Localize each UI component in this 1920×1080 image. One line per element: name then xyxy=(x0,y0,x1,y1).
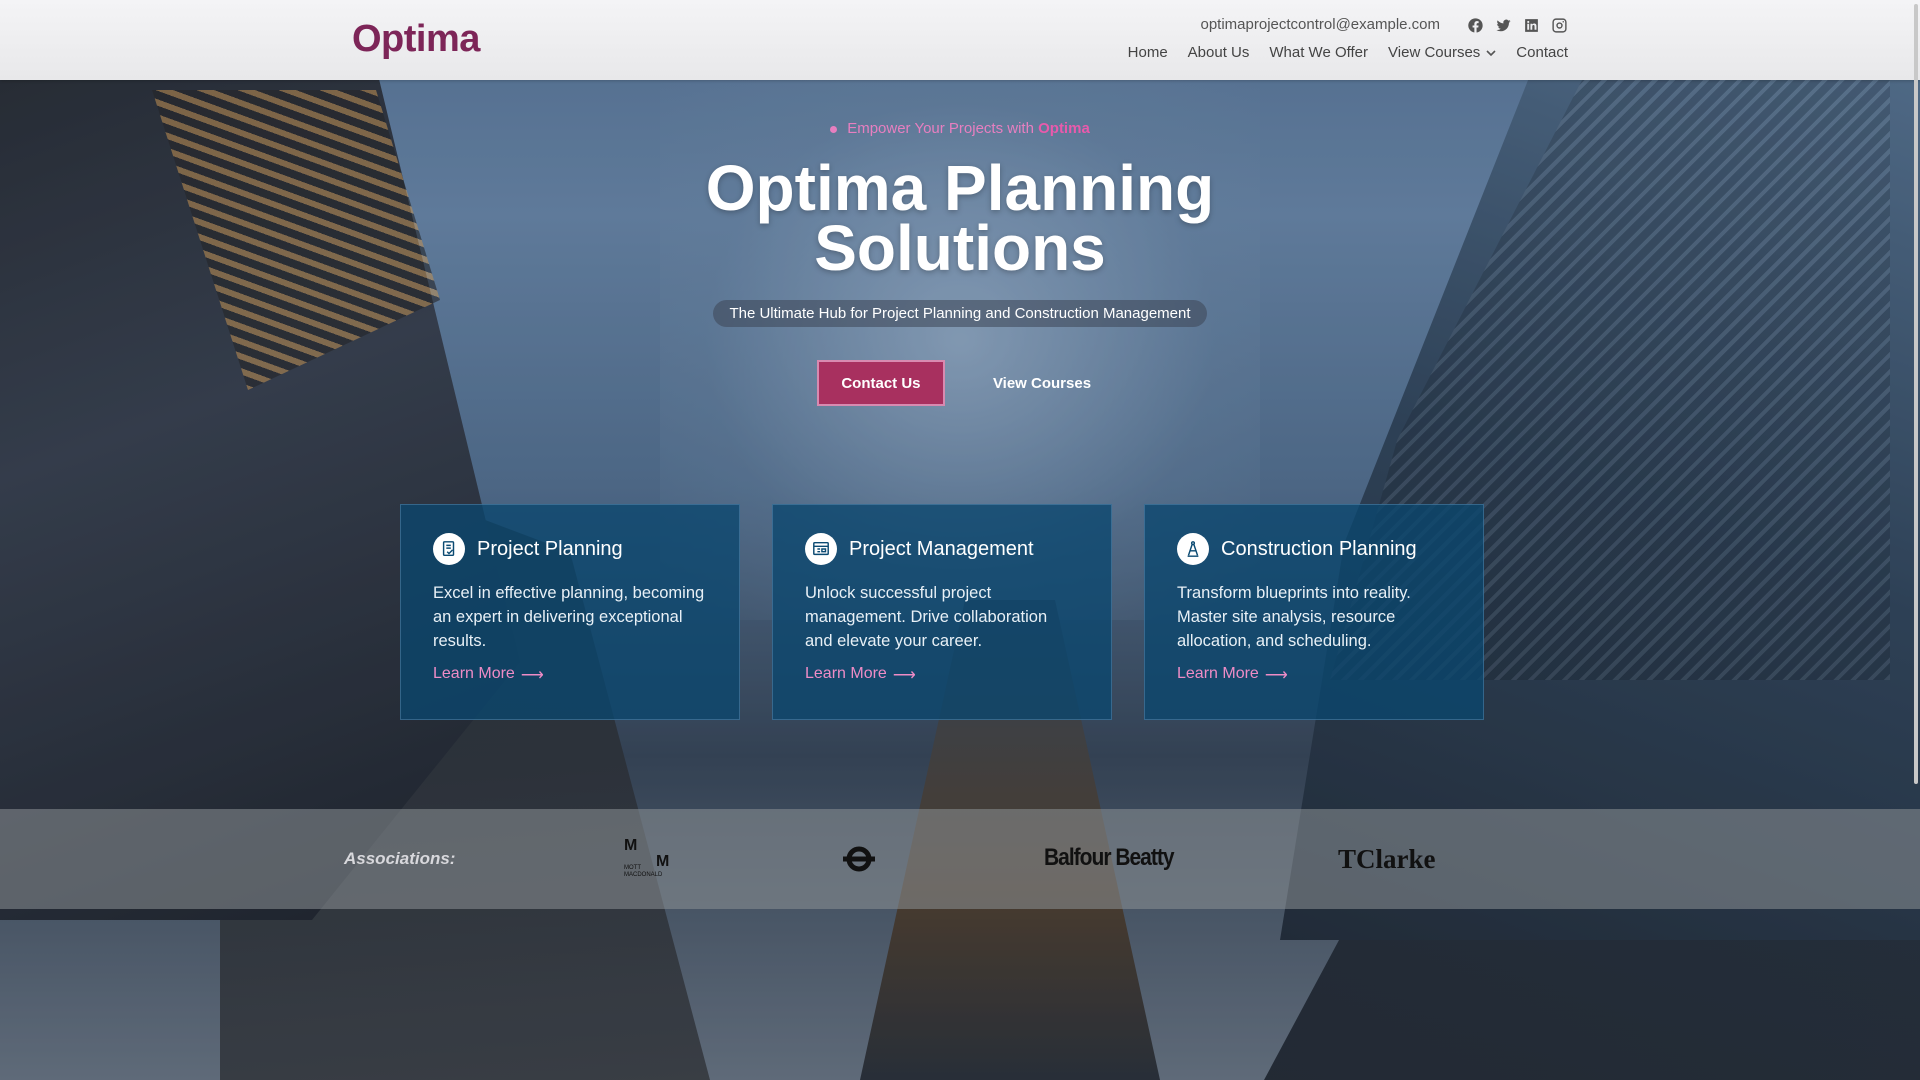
tfl-roundel-logo xyxy=(842,845,876,873)
tclarke-logo: TClarke xyxy=(1338,844,1436,874)
service-card-project-management: Project Management Unlock successful pro… xyxy=(772,504,1112,720)
hero-title-line-2: Solutions xyxy=(814,212,1106,284)
site-logo[interactable]: Optima xyxy=(352,18,480,61)
document-check-icon xyxy=(433,533,465,565)
arrow-right-icon: ⟶ xyxy=(520,667,544,684)
drafting-compass-icon xyxy=(1177,533,1209,565)
card-description: Unlock successful project management. Dr… xyxy=(805,584,1048,650)
hero-cta-row: Contact Us View Courses xyxy=(0,360,1920,406)
hero-title-line-1: Optima Planning xyxy=(705,152,1215,224)
social-links xyxy=(1466,16,1568,34)
learn-more-label: Learn More xyxy=(805,665,887,682)
card-description: Excel in effective planning, becoming an… xyxy=(433,584,705,650)
view-courses-button[interactable]: View Courses xyxy=(981,360,1103,406)
card-description: Transform blueprints into reality. Maste… xyxy=(1177,584,1411,650)
main-nav: Home About Us What We Offer View Courses… xyxy=(1128,44,1568,61)
contact-email-link[interactable]: optimaprojectcontrol@example.com xyxy=(1201,16,1441,33)
tagline-text: Empower Your Projects with xyxy=(847,120,1039,137)
card-title: Construction Planning xyxy=(1221,537,1417,560)
board-icon xyxy=(805,533,837,565)
learn-more-link[interactable]: Learn More ⟶ xyxy=(1177,665,1451,685)
twitter-icon[interactable] xyxy=(1494,16,1512,34)
nav-view-courses-label: View Courses xyxy=(1388,44,1481,61)
tagline-brand: Optima xyxy=(1038,120,1090,137)
arrow-right-icon: ⟶ xyxy=(892,667,916,684)
hero-title: Optima Planning Solutions xyxy=(0,152,1920,284)
facebook-icon[interactable] xyxy=(1466,16,1484,34)
site-header: Optima optimaprojectcontrol@example.com … xyxy=(0,0,1920,80)
hero-tagline: Empower Your Projects with Optima xyxy=(0,120,1920,137)
service-cards: Project Planning Excel in effective plan… xyxy=(400,504,1484,720)
nav-about-us[interactable]: About Us xyxy=(1188,44,1250,61)
learn-more-link[interactable]: Learn More ⟶ xyxy=(805,665,1079,685)
chevron-down-icon xyxy=(1486,49,1496,56)
linkedin-icon[interactable] xyxy=(1522,16,1540,34)
learn-more-label: Learn More xyxy=(1177,665,1259,682)
contact-us-button[interactable]: Contact Us xyxy=(816,360,945,406)
instagram-icon[interactable] xyxy=(1550,16,1568,34)
hero-subtitle: The Ultimate Hub for Project Planning an… xyxy=(713,300,1207,327)
learn-more-label: Learn More xyxy=(433,665,515,682)
associations-bar: Associations: M M MOTT MACDONALD Balfour… xyxy=(0,809,1920,909)
balfour-beatty-logo: Balfour Beatty xyxy=(1044,844,1175,871)
service-card-construction-planning: Construction Planning Transform blueprin… xyxy=(1144,504,1484,720)
nav-view-courses-dropdown[interactable]: View Courses xyxy=(1388,44,1496,61)
associations-label: Associations: xyxy=(344,849,456,868)
bullet-dot-icon xyxy=(830,125,838,133)
nav-contact[interactable]: Contact xyxy=(1516,44,1568,61)
service-card-project-planning: Project Planning Excel in effective plan… xyxy=(400,504,740,720)
nav-home[interactable]: Home xyxy=(1128,44,1168,61)
nav-what-we-offer[interactable]: What We Offer xyxy=(1269,44,1368,61)
learn-more-link[interactable]: Learn More ⟶ xyxy=(433,665,707,685)
mott-macdonald-logo: M M MOTT MACDONALD xyxy=(624,837,670,878)
card-title: Project Management xyxy=(849,537,1034,560)
arrow-right-icon: ⟶ xyxy=(1264,667,1288,684)
card-title: Project Planning xyxy=(477,537,623,560)
